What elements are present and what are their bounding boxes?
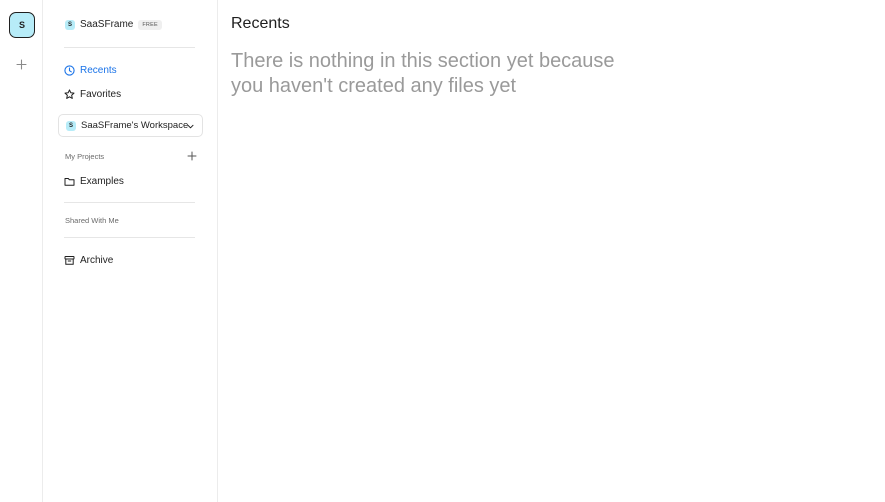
page-title: Recents: [231, 15, 290, 32]
project-item-examples[interactable]: Examples: [64, 173, 124, 189]
plus-icon: [15, 58, 27, 70]
main-content: Recents There is nothing in this section…: [231, 0, 885, 502]
add-workspace-button[interactable]: [11, 54, 31, 74]
plus-icon: [187, 151, 196, 160]
empty-state-message: There is nothing in this section yet bec…: [231, 50, 615, 97]
brand-header[interactable]: S SaaSFrame FREE: [65, 17, 162, 32]
project-item-label: Examples: [80, 175, 124, 187]
app-window: S S SaaSFrame FREE Recents Favorites S S…: [0, 0, 885, 502]
sidebar-item-recents[interactable]: Recents: [64, 62, 117, 78]
star-icon: [64, 88, 75, 100]
brand-badge-letter: S: [67, 21, 72, 28]
workspace-name: SaaSFrame's Workspace: [81, 120, 189, 131]
workspace-avatar-letter: S: [18, 20, 25, 30]
workspace-badge: S: [66, 120, 76, 131]
plan-badge: FREE: [138, 19, 162, 30]
workspace-selector[interactable]: S SaaSFrame's Workspace: [58, 114, 203, 137]
workspace-rail: S: [0, 0, 43, 502]
sidebar-item-favorites[interactable]: Favorites: [64, 86, 121, 102]
my-projects-label: My Projects: [65, 152, 105, 161]
divider: [64, 202, 195, 203]
brand-badge: S: [65, 19, 75, 30]
workspace-badge-letter: S: [68, 122, 73, 129]
add-project-button[interactable]: [186, 150, 197, 161]
archive-icon: [64, 255, 75, 266]
brand-name: SaaSFrame: [80, 19, 134, 30]
sidebar-item-label: Favorites: [80, 88, 122, 100]
chevron-down-icon: [185, 121, 195, 131]
sidebar-item-label: Archive: [80, 254, 114, 266]
folder-icon: [64, 176, 75, 187]
sidebar-item-archive[interactable]: Archive: [64, 252, 113, 268]
sidebar-item-label: Recents: [80, 64, 117, 76]
clock-icon: [64, 64, 75, 76]
workspace-avatar[interactable]: S: [9, 12, 35, 38]
sidebar: S SaaSFrame FREE Recents Favorites S Saa…: [44, 0, 218, 502]
shared-with-me-label[interactable]: Shared With Me: [65, 216, 119, 225]
divider: [64, 237, 195, 238]
divider: [64, 47, 195, 48]
